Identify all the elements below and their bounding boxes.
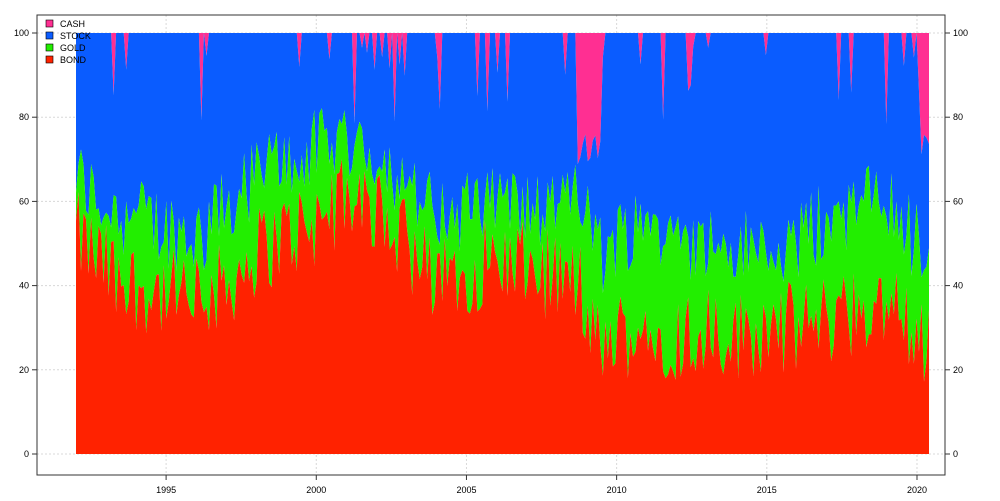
legend-label-bond: BOND: [60, 55, 87, 65]
x-tick-label: 2000: [306, 485, 326, 495]
y-tick-label-left: 40: [19, 281, 29, 291]
legend-swatch-cash: [45, 19, 54, 28]
x-tick-label: 1995: [156, 485, 176, 495]
area-series: [76, 33, 929, 455]
legend-label-cash: CASH: [60, 19, 85, 29]
x-tick-label: 2015: [757, 485, 777, 495]
stacked-area-chart: 1995 2000 2005 2010 2015 20200 020 2040 4060 6080…: [0, 0, 1000, 501]
y-tick-label-left: 20: [19, 365, 29, 375]
y-tick-label-left: 0: [24, 449, 29, 459]
y-tick-label-right: 40: [953, 281, 963, 291]
legend-swatch-gold: [45, 43, 54, 52]
x-tick-label: 2020: [907, 485, 927, 495]
y-tick-label-right: 0: [953, 449, 958, 459]
legend-swatch-stock: [45, 31, 54, 40]
legend-label-gold: GOLD: [60, 43, 86, 53]
y-tick-label-right: 100: [953, 28, 968, 38]
legend-label-stock: STOCK: [60, 31, 91, 41]
legend-swatch-bond: [45, 55, 54, 64]
y-tick-label-left: 100: [14, 28, 29, 38]
y-tick-label-right: 80: [953, 112, 963, 122]
x-tick-label: 2010: [607, 485, 627, 495]
y-tick-label-left: 60: [19, 196, 29, 206]
x-tick-label: 2005: [456, 485, 476, 495]
y-tick-label-right: 60: [953, 196, 963, 206]
y-tick-label-left: 80: [19, 112, 29, 122]
y-tick-label-right: 20: [953, 365, 963, 375]
